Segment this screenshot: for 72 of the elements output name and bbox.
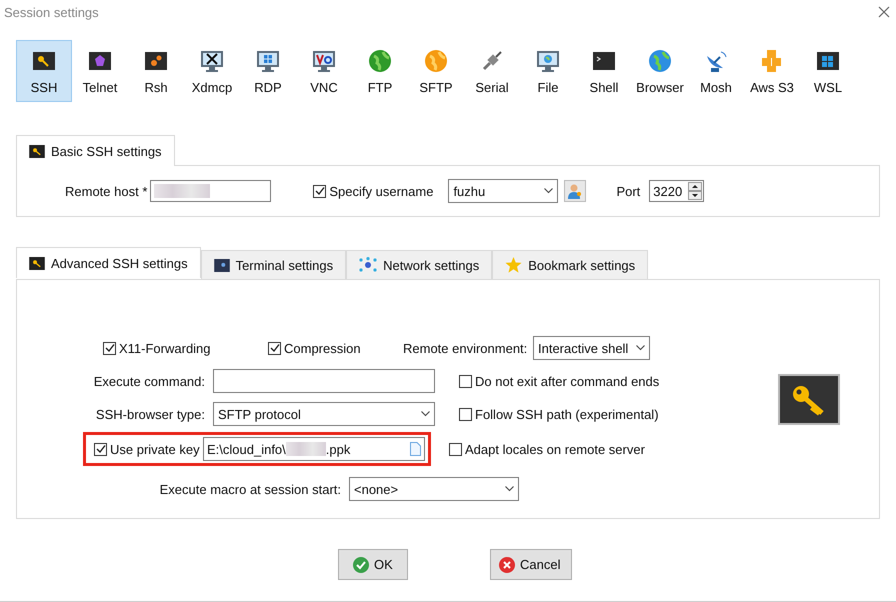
blurred-text (286, 442, 326, 456)
session-type-button[interactable]: RDP (240, 40, 296, 102)
field-label: Port (616, 184, 640, 198)
field-text: E:\cloud_info\ (207, 442, 286, 456)
field-label: Execute command: (92, 374, 205, 388)
user-key-button[interactable] (564, 180, 586, 202)
caret-icon (421, 411, 430, 417)
session-type-button[interactable]: Telnet (72, 40, 128, 102)
field-label: Remote environment: (403, 340, 528, 356)
caret-icon (505, 486, 514, 492)
key-icon (778, 374, 840, 425)
session-type-button[interactable]: SSH (16, 40, 72, 102)
dropdown[interactable]: SFTP protocol (213, 402, 435, 426)
dropdown[interactable]: <none> (349, 477, 519, 501)
tab[interactable]: Basic SSH settings (16, 135, 175, 166)
input-field[interactable] (150, 180, 272, 202)
checkbox-label: Specify username (329, 184, 434, 198)
cancel-icon (499, 556, 515, 572)
checkbox-label: Follow SSH path (experimental) (475, 406, 659, 422)
checkbox-label: X11-Forwarding (119, 340, 211, 356)
spin-box[interactable]: 3220 (649, 180, 704, 202)
network-icon (359, 257, 378, 273)
field-label: Execute macro at session start: (158, 482, 341, 496)
file-icon[interactable] (410, 442, 421, 456)
checkbox[interactable] (103, 342, 116, 354)
key-icon (29, 256, 45, 270)
check-icon (353, 556, 369, 572)
checkbox[interactable] (459, 408, 472, 420)
session-type-button[interactable]: Xdmcp (184, 40, 240, 102)
session-type-button[interactable]: SFTP (408, 40, 464, 102)
checkbox[interactable] (268, 342, 281, 354)
dropdown[interactable]: Interactive shell (533, 336, 650, 360)
tab[interactable]: Advanced SSH settings (16, 247, 201, 278)
checkbox[interactable] (449, 442, 462, 456)
star-icon (505, 257, 522, 273)
window-title: Session settings (4, 4, 99, 20)
tab[interactable]: Terminal settings (200, 250, 346, 279)
field-label: Remote host * (65, 184, 148, 198)
dropdown[interactable]: fuzhu (448, 179, 558, 203)
close-icon[interactable] (878, 6, 890, 18)
globe-icon (647, 48, 673, 74)
checkbox-label: Adapt locales on remote server (465, 442, 645, 456)
field-text: .ppk (326, 442, 350, 456)
session-type-button[interactable]: Mosh (688, 40, 744, 102)
checkbox[interactable] (459, 374, 472, 388)
session-type-button[interactable]: VNC (296, 40, 352, 102)
cancel-button[interactable]: Cancel (490, 549, 572, 580)
session-type-button[interactable]: Serial (464, 40, 520, 102)
checkbox[interactable] (313, 184, 326, 198)
input-field[interactable]: E:\cloud_info\ .ppk (203, 437, 425, 461)
tab[interactable]: Network settings (346, 250, 492, 279)
ok-button[interactable]: OK (338, 549, 408, 580)
checkbox-label: Use private key (110, 442, 200, 456)
checkbox[interactable] (94, 442, 107, 456)
input-field[interactable] (213, 369, 435, 393)
caret-icon (636, 345, 645, 351)
checkbox-label: Do not exit after command ends (475, 374, 660, 388)
session-type-button[interactable]: File (520, 40, 576, 102)
checkbox-label: Compression (284, 340, 361, 356)
session-type-button[interactable]: Rsh (128, 40, 184, 102)
session-type-button[interactable]: Aws S3 (744, 40, 800, 102)
session-type-button[interactable]: FTP (352, 40, 408, 102)
globe-icon (423, 48, 449, 74)
key-icon (29, 144, 45, 158)
tab[interactable]: Bookmark settings (492, 250, 648, 279)
session-type-button[interactable]: Browser (632, 40, 688, 102)
session-type-button[interactable]: Shell (576, 40, 632, 102)
session-type-button[interactable]: WSL (800, 40, 856, 102)
field-label: SSH-browser type: (94, 406, 205, 422)
caret-icon (544, 188, 554, 194)
blurred-text (154, 184, 210, 198)
globe-icon (367, 48, 393, 74)
